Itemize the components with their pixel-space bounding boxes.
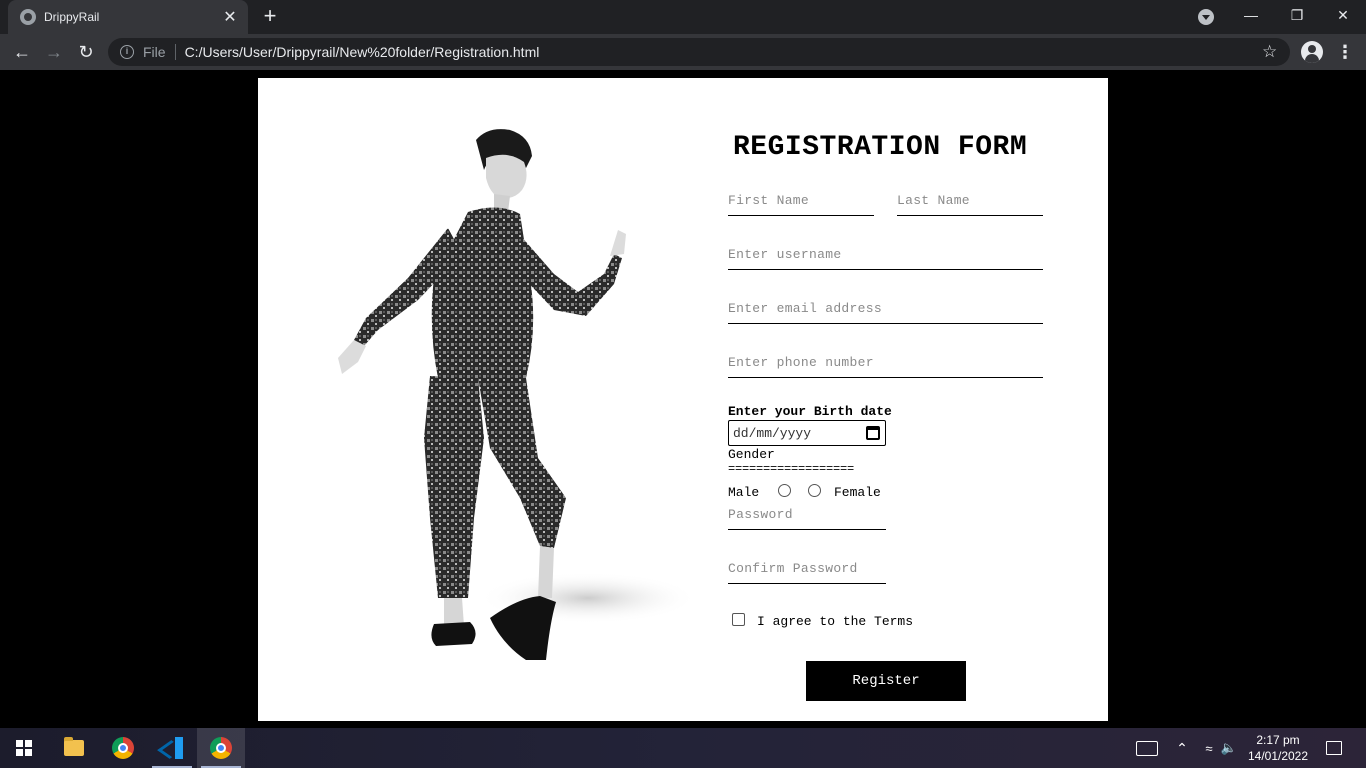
start-button[interactable] xyxy=(0,728,48,768)
tab-title: DrippyRail xyxy=(44,10,100,24)
registration-card: REGISTRATION FORM Enter your Birth date … xyxy=(258,78,1108,721)
more-menu-icon[interactable]: ⋮ xyxy=(1336,42,1354,62)
bookmark-star-icon[interactable]: ☆ xyxy=(1262,42,1277,62)
taskbar-file-explorer[interactable] xyxy=(50,728,98,768)
back-icon[interactable]: ← xyxy=(8,38,36,66)
browser-titlebar: DrippyRail ✕ + — ❐ ✕ xyxy=(0,0,1366,34)
chrome-icon xyxy=(210,737,232,759)
female-label: Female xyxy=(834,485,881,500)
taskbar-chrome[interactable] xyxy=(99,728,147,768)
birth-date-input[interactable]: dd/mm/yyyy xyxy=(728,420,886,446)
taskbar-vscode[interactable] xyxy=(148,728,196,768)
tray-chevron-up-icon[interactable]: ⌃ xyxy=(1170,728,1194,768)
phone-input[interactable] xyxy=(728,348,1043,378)
male-label: Male xyxy=(728,485,760,500)
address-separator xyxy=(174,44,176,60)
folder-icon xyxy=(64,737,84,756)
male-radio[interactable] xyxy=(778,484,791,497)
windows-logo-icon xyxy=(16,740,32,756)
reload-icon[interactable]: ↻ xyxy=(72,38,100,66)
form-title: REGISTRATION FORM xyxy=(733,132,1028,163)
clock-date: 14/01/2022 xyxy=(1247,749,1309,763)
username-input[interactable] xyxy=(728,240,1043,270)
last-name-input[interactable] xyxy=(897,186,1043,216)
page-viewport: REGISTRATION FORM Enter your Birth date … xyxy=(0,70,1366,728)
tab-search-icon[interactable] xyxy=(1198,9,1214,25)
birth-date-label: Enter your Birth date xyxy=(728,404,892,419)
vscode-icon xyxy=(161,737,183,759)
email-input[interactable] xyxy=(728,294,1043,324)
close-window-button[interactable]: ✕ xyxy=(1320,0,1366,32)
model-photo xyxy=(338,129,698,660)
confirm-password-input[interactable] xyxy=(728,554,886,584)
notifications-icon[interactable] xyxy=(1318,728,1350,768)
taskbar-chrome-active[interactable] xyxy=(197,728,245,768)
windows-taskbar: ⌃ ≈ 🔈 2:17 pm 14/01/2022 xyxy=(0,728,1366,768)
restore-button[interactable]: ❐ xyxy=(1274,0,1320,32)
forward-icon[interactable]: → xyxy=(40,38,68,66)
terms-checkbox[interactable] xyxy=(732,613,745,626)
female-radio[interactable] xyxy=(808,484,821,497)
info-icon[interactable]: i xyxy=(120,45,134,59)
password-input[interactable] xyxy=(728,500,886,530)
browser-tab-active[interactable]: DrippyRail ✕ xyxy=(8,0,248,34)
news-widget-icon[interactable] xyxy=(1132,728,1162,768)
url-text[interactable]: C:/Users/User/Drippyrail/New%20folder/Re… xyxy=(185,44,540,60)
volume-icon[interactable]: 🔈 xyxy=(1218,728,1240,768)
calendar-icon[interactable] xyxy=(866,426,880,440)
tab-close-icon[interactable]: ✕ xyxy=(222,7,238,27)
chrome-icon xyxy=(112,737,134,759)
scheme-label: File xyxy=(143,44,166,60)
gender-divider: ================== xyxy=(728,462,855,476)
first-name-input[interactable] xyxy=(728,186,874,216)
address-bar[interactable]: i File C:/Users/User/Drippyrail/New%20fo… xyxy=(108,38,1290,66)
taskbar-clock[interactable]: 2:17 pm 14/01/2022 xyxy=(1242,732,1314,764)
profile-icon[interactable] xyxy=(1301,41,1323,63)
minimize-button[interactable]: — xyxy=(1228,0,1274,32)
terms-label: I agree to the Terms xyxy=(757,614,914,629)
clock-time: 2:17 pm xyxy=(1256,733,1300,747)
date-placeholder: dd/mm/yyyy xyxy=(733,425,812,441)
globe-icon xyxy=(20,9,36,25)
gender-label: Gender xyxy=(728,447,775,462)
new-tab-button[interactable]: + xyxy=(258,5,282,29)
browser-toolbar: ← → ↻ i File C:/Users/User/Drippyrail/Ne… xyxy=(0,34,1366,70)
network-icon[interactable]: ≈ xyxy=(1198,728,1220,768)
register-button[interactable]: Register xyxy=(806,661,966,701)
